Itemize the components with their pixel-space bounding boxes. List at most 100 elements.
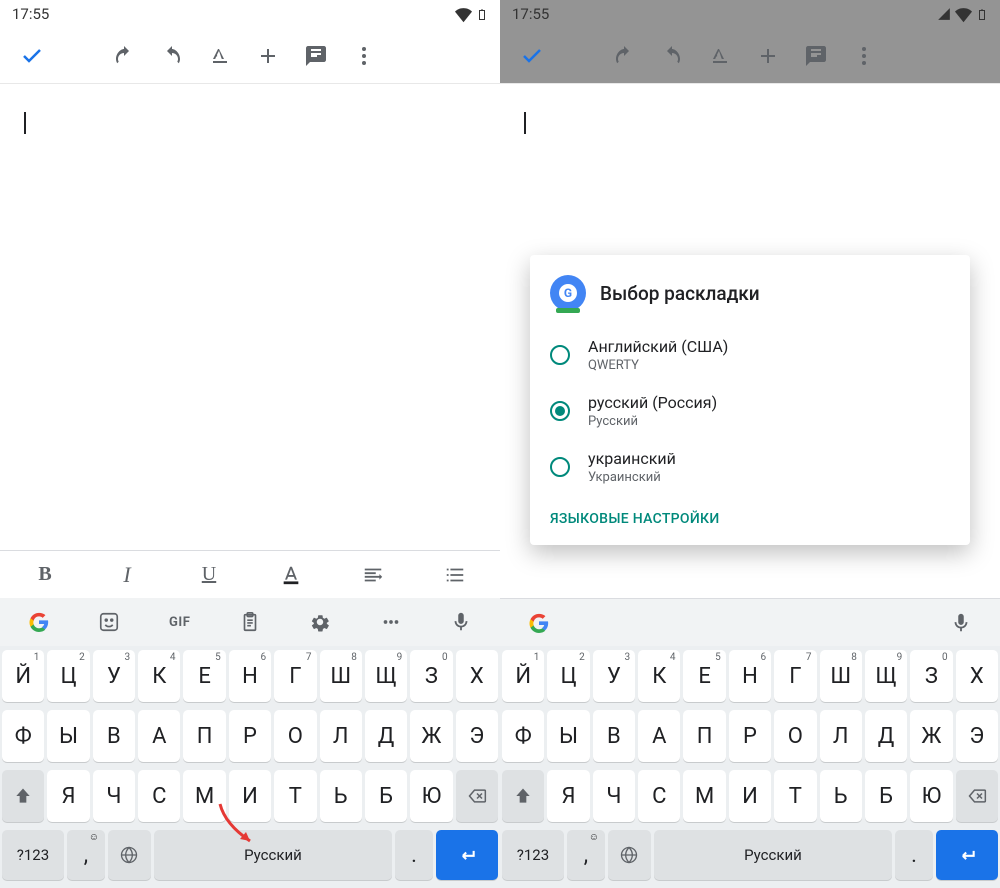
letter-key[interactable]: Е5 bbox=[683, 650, 725, 702]
letter-key[interactable]: Р bbox=[729, 710, 771, 762]
google-search-button[interactable] bbox=[504, 599, 574, 647]
letter-key[interactable]: Ф bbox=[502, 710, 544, 762]
undo-button[interactable] bbox=[600, 32, 648, 80]
letter-key[interactable]: Е5 bbox=[183, 650, 225, 702]
letter-key[interactable]: Ь bbox=[320, 770, 362, 822]
comma-key[interactable]: ,☺ bbox=[567, 830, 605, 880]
letter-key[interactable]: З0 bbox=[410, 650, 452, 702]
letter-key[interactable]: З0 bbox=[910, 650, 952, 702]
letter-key[interactable]: Ы bbox=[47, 710, 89, 762]
align-button[interactable] bbox=[332, 551, 414, 599]
radio-button[interactable] bbox=[550, 345, 570, 365]
layout-option[interactable]: русский (Россия)Русский bbox=[530, 383, 970, 439]
text-color-button[interactable] bbox=[250, 551, 332, 599]
letter-key[interactable]: М bbox=[683, 770, 725, 822]
letter-key[interactable]: Ы bbox=[547, 710, 589, 762]
gif-button[interactable]: GIF bbox=[145, 598, 215, 646]
letter-key[interactable]: В bbox=[593, 710, 635, 762]
google-search-button[interactable] bbox=[4, 598, 74, 646]
enter-key[interactable] bbox=[936, 830, 998, 880]
spacebar-key[interactable]: Русский bbox=[654, 830, 892, 880]
letter-key[interactable]: Ц2 bbox=[47, 650, 89, 702]
letter-key[interactable]: Б bbox=[865, 770, 907, 822]
letter-key[interactable]: П bbox=[183, 710, 225, 762]
symbols-key[interactable]: ?123 bbox=[2, 830, 64, 880]
list-button[interactable] bbox=[414, 551, 496, 599]
letter-key[interactable]: Г7 bbox=[774, 650, 816, 702]
more-button[interactable] bbox=[355, 598, 425, 646]
spacebar-key[interactable]: Русский bbox=[154, 830, 392, 880]
overflow-menu-button[interactable] bbox=[340, 32, 388, 80]
letter-key[interactable]: Ч bbox=[93, 770, 135, 822]
redo-button[interactable] bbox=[648, 32, 696, 80]
voice-input-button[interactable] bbox=[926, 599, 996, 647]
language-switch-key[interactable] bbox=[608, 830, 651, 880]
overflow-menu-button[interactable] bbox=[840, 32, 888, 80]
redo-button[interactable] bbox=[148, 32, 196, 80]
letter-key[interactable]: Ш8 bbox=[820, 650, 862, 702]
settings-button[interactable] bbox=[285, 598, 355, 646]
letter-key[interactable]: Ю bbox=[910, 770, 952, 822]
letter-key[interactable]: А bbox=[638, 710, 680, 762]
letter-key[interactable]: С bbox=[138, 770, 180, 822]
letter-key[interactable]: Т bbox=[774, 770, 816, 822]
letter-key[interactable]: Т bbox=[274, 770, 316, 822]
voice-input-button[interactable] bbox=[426, 598, 496, 646]
letter-key[interactable]: Ж bbox=[410, 710, 452, 762]
letter-key[interactable]: Ч bbox=[593, 770, 635, 822]
letter-key[interactable]: Б bbox=[365, 770, 407, 822]
document-editor[interactable] bbox=[0, 84, 500, 550]
letter-key[interactable]: О bbox=[274, 710, 316, 762]
enter-key[interactable] bbox=[436, 830, 498, 880]
letter-key[interactable]: О bbox=[774, 710, 816, 762]
letter-key[interactable]: В bbox=[93, 710, 135, 762]
italic-button[interactable]: I bbox=[86, 551, 168, 599]
letter-key[interactable]: Ь bbox=[820, 770, 862, 822]
confirm-button[interactable] bbox=[508, 32, 556, 80]
backspace-key[interactable] bbox=[956, 770, 998, 822]
period-key[interactable]: . bbox=[395, 830, 433, 880]
layout-option[interactable]: Английский (США)QWERTY bbox=[530, 327, 970, 383]
letter-key[interactable]: Х bbox=[456, 650, 498, 702]
add-button[interactable] bbox=[244, 32, 292, 80]
sticker-button[interactable] bbox=[74, 598, 144, 646]
comment-button[interactable] bbox=[792, 32, 840, 80]
letter-key[interactable]: У3 bbox=[593, 650, 635, 702]
letter-key[interactable]: Щ9 bbox=[865, 650, 907, 702]
radio-button[interactable] bbox=[550, 457, 570, 477]
comma-key[interactable]: ,☺ bbox=[67, 830, 105, 880]
letter-key[interactable]: У3 bbox=[93, 650, 135, 702]
symbols-key[interactable]: ?123 bbox=[502, 830, 564, 880]
confirm-button[interactable] bbox=[8, 32, 56, 80]
bold-button[interactable]: B bbox=[4, 551, 86, 599]
letter-key[interactable]: Э bbox=[956, 710, 998, 762]
letter-key[interactable]: П bbox=[683, 710, 725, 762]
letter-key[interactable]: Й1 bbox=[502, 650, 544, 702]
letter-key[interactable]: Д bbox=[865, 710, 907, 762]
letter-key[interactable]: Р bbox=[229, 710, 271, 762]
letter-key[interactable]: Ш8 bbox=[320, 650, 362, 702]
letter-key[interactable]: Э bbox=[456, 710, 498, 762]
language-settings-link[interactable]: ЯЗЫКОВЫЕ НАСТРОЙКИ bbox=[530, 495, 970, 533]
clipboard-button[interactable] bbox=[215, 598, 285, 646]
undo-button[interactable] bbox=[100, 32, 148, 80]
comment-button[interactable] bbox=[292, 32, 340, 80]
letter-key[interactable]: Л bbox=[820, 710, 862, 762]
letter-key[interactable]: Й1 bbox=[2, 650, 44, 702]
language-switch-key[interactable] bbox=[108, 830, 151, 880]
letter-key[interactable]: К4 bbox=[638, 650, 680, 702]
letter-key[interactable]: С bbox=[638, 770, 680, 822]
letter-key[interactable]: Я bbox=[547, 770, 589, 822]
period-key[interactable]: . bbox=[895, 830, 933, 880]
letter-key[interactable]: М bbox=[183, 770, 225, 822]
letter-key[interactable]: Я bbox=[47, 770, 89, 822]
letter-key[interactable]: Х bbox=[956, 650, 998, 702]
letter-key[interactable]: Г7 bbox=[274, 650, 316, 702]
letter-key[interactable]: И bbox=[729, 770, 771, 822]
backspace-key[interactable] bbox=[456, 770, 498, 822]
text-format-button[interactable] bbox=[196, 32, 244, 80]
shift-key[interactable] bbox=[502, 770, 544, 822]
letter-key[interactable]: И bbox=[229, 770, 271, 822]
letter-key[interactable]: Ю bbox=[410, 770, 452, 822]
letter-key[interactable]: Д bbox=[365, 710, 407, 762]
